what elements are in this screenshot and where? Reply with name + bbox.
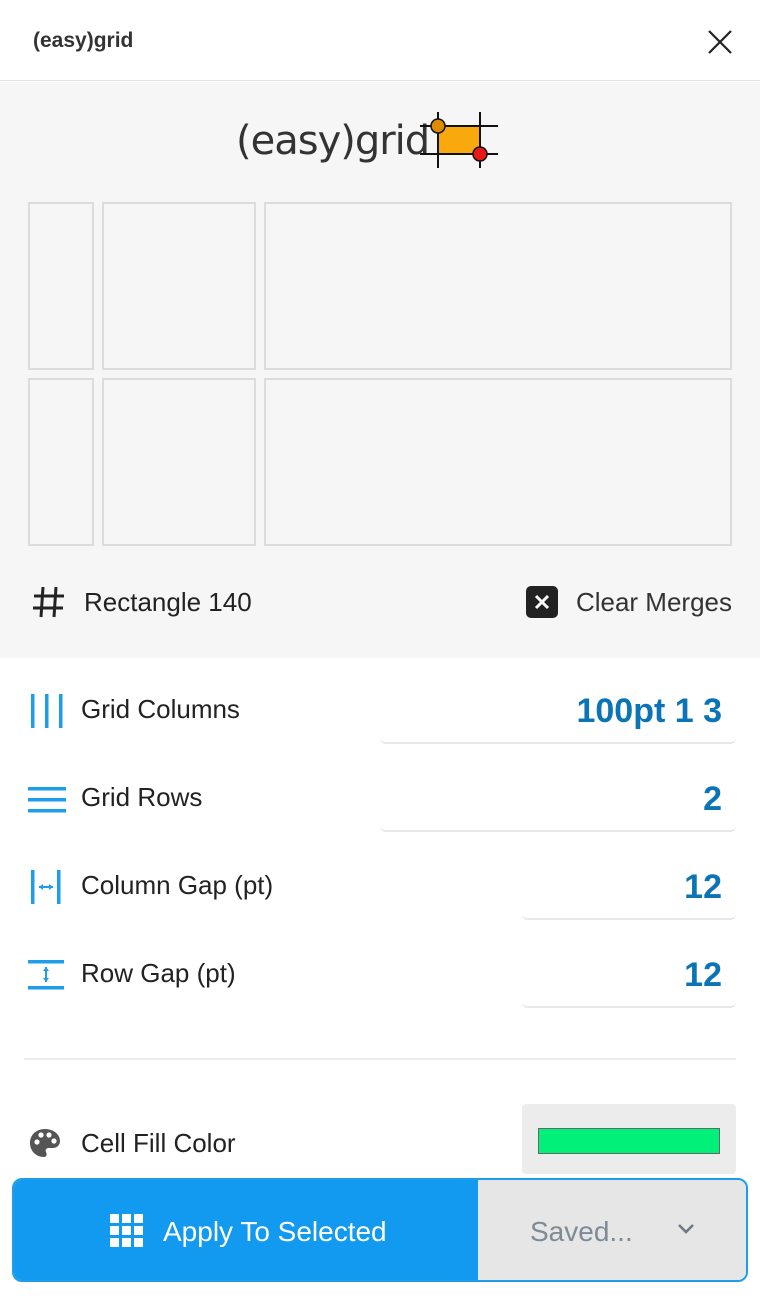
color-swatch bbox=[538, 1128, 720, 1154]
close-box-icon bbox=[525, 586, 558, 618]
grid-rows-row: Grid Rows 2 bbox=[0, 756, 760, 844]
row-gap-input[interactable]: 12 bbox=[522, 942, 736, 1008]
apply-to-selected-button[interactable]: Apply To Selected bbox=[14, 1180, 478, 1280]
cell-fill-color-picker[interactable] bbox=[522, 1104, 736, 1174]
grid-cell bbox=[28, 378, 94, 546]
row-gap-label: Row Gap (pt) bbox=[81, 958, 236, 988]
grid-rows-label: Grid Rows bbox=[81, 782, 203, 812]
selected-frame: Rectangle 140 bbox=[32, 582, 252, 622]
logo-text: (easy)grid bbox=[236, 118, 430, 164]
clear-merges-label: Clear Merges bbox=[575, 586, 732, 617]
action-bar: Apply To Selected Saved... bbox=[12, 1178, 748, 1282]
grid-columns-row: Grid Columns 100pt 1 3 bbox=[0, 668, 760, 756]
column-gap-icon bbox=[31, 870, 61, 904]
grid-preview-panel: (easy)grid Rectangle 140 Clear Merges bbox=[0, 82, 760, 658]
columns-icon bbox=[31, 694, 63, 728]
column-gap-row: Column Gap (pt) 12 bbox=[0, 844, 760, 932]
grid-columns-label: Grid Columns bbox=[81, 694, 240, 724]
window-title: (easy)grid bbox=[33, 29, 134, 52]
frame-name: Rectangle 140 bbox=[84, 586, 252, 617]
row-gap-row: Row Gap (pt) 12 bbox=[0, 932, 760, 1020]
grid-cell bbox=[102, 378, 256, 546]
saved-presets-dropdown[interactable]: Saved... bbox=[478, 1180, 746, 1280]
apply-label: Apply To Selected bbox=[163, 1216, 387, 1247]
hash-icon bbox=[33, 586, 64, 618]
grid-columns-input[interactable]: 100pt 1 3 bbox=[380, 678, 736, 744]
column-gap-label: Column Gap (pt) bbox=[81, 870, 274, 900]
column-gap-input[interactable]: 12 bbox=[522, 854, 736, 920]
grid-rows-input[interactable]: 2 bbox=[380, 766, 736, 832]
grid-cell bbox=[264, 202, 732, 370]
saved-label: Saved... bbox=[530, 1216, 633, 1247]
grid-cell bbox=[28, 202, 94, 370]
cell-fill-row: Cell Fill Color bbox=[0, 1100, 760, 1180]
chevron-down-icon bbox=[678, 1224, 694, 1234]
divider bbox=[24, 1058, 736, 1060]
grid-icon bbox=[110, 1214, 143, 1247]
palette-icon bbox=[30, 1129, 60, 1157]
clear-merges-button[interactable]: Clear Merges bbox=[525, 582, 732, 622]
easygrid-logo-icon bbox=[420, 112, 498, 168]
row-gap-icon bbox=[28, 960, 64, 990]
close-icon[interactable] bbox=[704, 26, 736, 58]
grid-cell bbox=[264, 378, 732, 546]
grid-cell bbox=[102, 202, 256, 370]
title-bar: (easy)grid bbox=[0, 0, 760, 81]
rows-icon bbox=[28, 787, 66, 813]
cell-fill-label: Cell Fill Color bbox=[81, 1128, 236, 1158]
